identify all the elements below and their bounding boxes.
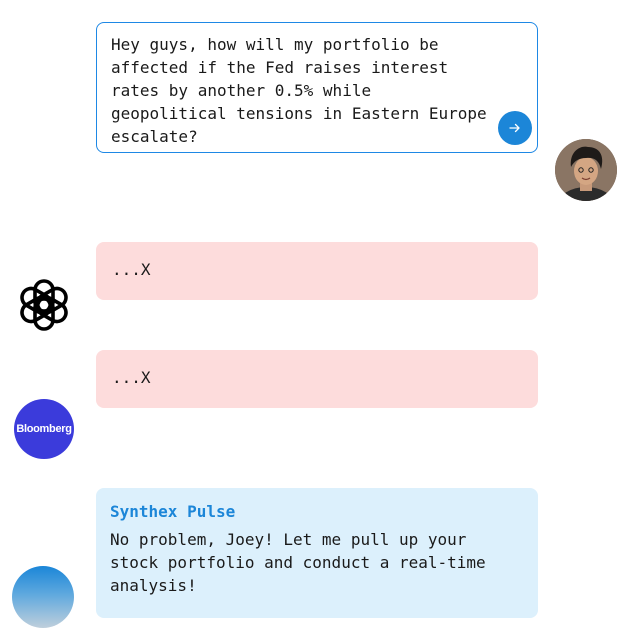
bot-name: Synthex Pulse bbox=[110, 502, 236, 521]
answer-bubble: Synthex Pulse No problem, Joey! Let me p… bbox=[96, 488, 538, 618]
error-response-bubble: ...X bbox=[96, 242, 538, 300]
bloomberg-avatar: Bloomberg bbox=[14, 399, 74, 459]
arrow-right-icon bbox=[509, 121, 521, 136]
chat-page: Hey guys, how will my portfolio be affec… bbox=[0, 0, 626, 641]
user-avatar bbox=[555, 139, 617, 201]
openai-avatar bbox=[14, 275, 74, 335]
openai-logo-icon bbox=[20, 279, 68, 331]
error-response-text: ...X bbox=[112, 368, 151, 387]
error-response-text: ...X bbox=[112, 260, 151, 279]
message-input-box[interactable]: Hey guys, how will my portfolio be affec… bbox=[96, 22, 538, 153]
send-button[interactable] bbox=[498, 111, 532, 145]
user-message-text: Hey guys, how will my portfolio be affec… bbox=[111, 35, 497, 146]
error-response-bubble: ...X bbox=[96, 350, 538, 408]
answer-text: No problem, Joey! Let me pull up your st… bbox=[110, 530, 486, 595]
user-photo-icon bbox=[555, 139, 617, 201]
synthex-pulse-avatar bbox=[12, 566, 74, 628]
bloomberg-logo-text: Bloomberg bbox=[16, 423, 72, 435]
